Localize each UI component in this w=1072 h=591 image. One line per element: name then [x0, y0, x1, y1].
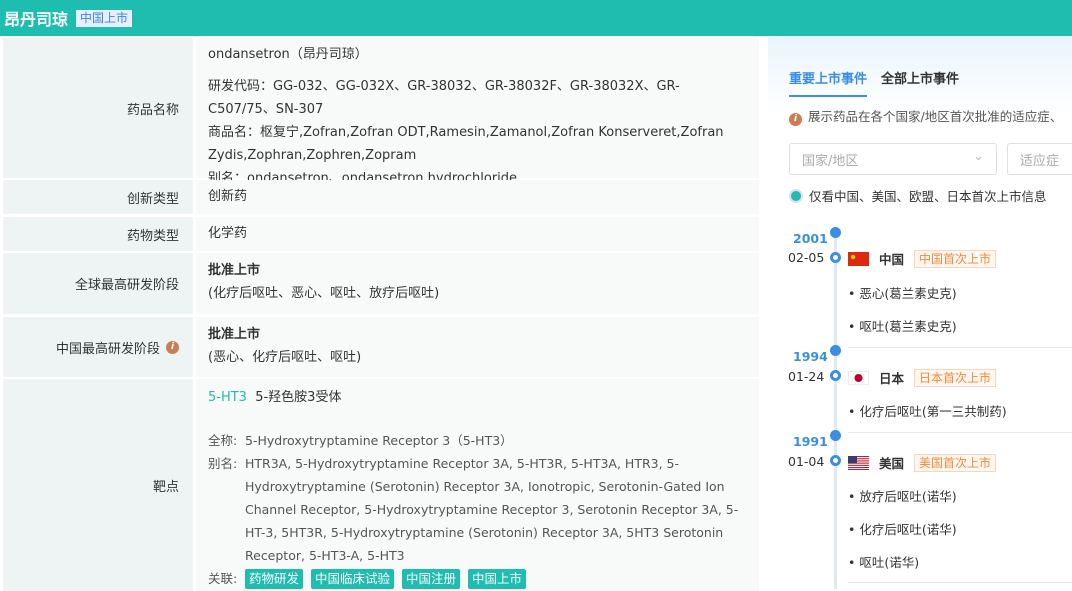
- date-dot: [830, 455, 841, 466]
- indication-select[interactable]: 适应症: [1007, 143, 1072, 175]
- research-codes: 研发代码：GG-032、GG-032X、GR-38032、GR-38032F、G…: [208, 79, 680, 117]
- related-key: 关联:: [208, 571, 238, 586]
- chip-china-registration[interactable]: 中国注册: [402, 569, 461, 589]
- year-dot: [830, 345, 841, 356]
- row-label: 药物类型: [3, 217, 193, 251]
- chip-drug-rd[interactable]: 药物研发: [245, 569, 304, 589]
- divider: [848, 432, 1072, 433]
- row-label: 全球最高研发阶段: [3, 253, 193, 314]
- drug-info-table: 药品名称 ondansetron（昂丹司琼） 研发代码：GG-032、GG-03…: [0, 36, 762, 591]
- panel-note: 展示药品在各个国家/地区首次批准的适应症、: [808, 109, 1063, 124]
- row-label: 创新类型: [3, 180, 193, 214]
- stage: 批准上市: [208, 263, 261, 278]
- event-country: 中国: [879, 252, 905, 267]
- indication-item: • 呕吐(诺华): [848, 555, 920, 570]
- divider: [848, 582, 1072, 583]
- row-label: 中国最高研发阶段: [55, 341, 160, 357]
- event-year: 2001: [793, 231, 828, 246]
- radio-icon: [789, 188, 803, 203]
- radio-label: 仅看中国、美国、欧盟、日本首次上市信息: [809, 189, 1047, 204]
- tab-all-events[interactable]: 全部上市事件: [881, 68, 959, 97]
- row-drug-type: 药物类型 化学药: [3, 217, 759, 251]
- target-aliases: HTR3A, 5-Hydroxytryptamine Receptor 3A, …: [245, 456, 739, 563]
- stage-detail: (化疗后呕吐、恶心、呕吐、放疗后呕吐): [208, 286, 440, 301]
- chevron-down-icon: ⌄: [973, 149, 984, 164]
- china-flag-icon: [848, 251, 869, 266]
- chip-china-market[interactable]: 中国上市: [468, 569, 527, 589]
- row-label: 药品名称: [3, 38, 193, 178]
- indication-item: • 放疗后呕吐(诺华): [848, 489, 957, 504]
- japan-flag-icon: [848, 370, 869, 385]
- stage-detail: (恶心、化疗后呕吐、呕吐): [208, 350, 362, 365]
- year-dot: [830, 430, 841, 441]
- date-dot: [830, 252, 841, 263]
- event-tag: 美国首次上市: [914, 453, 997, 472]
- drug-title: 昂丹司琼: [4, 10, 69, 29]
- row-drug-name: 药品名称 ondansetron（昂丹司琼） 研发代码：GG-032、GG-03…: [3, 38, 759, 186]
- tab-key-events[interactable]: 重要上市事件: [789, 68, 868, 97]
- target-desc: 5-羟色胺3受体: [255, 390, 342, 405]
- event-year: 1994: [793, 349, 828, 364]
- row-global-stage: 全球最高研发阶段 批准上市 (化疗后呕吐、恶心、呕吐、放疗后呕吐): [3, 253, 759, 314]
- indication-item: • 化疗后呕吐(诺华): [848, 522, 957, 537]
- drug-type-value: 化学药: [196, 217, 759, 251]
- divider: [848, 347, 1072, 348]
- row-innovation: 创新类型 创新药: [3, 180, 759, 214]
- full-name: 5-Hydroxytryptamine Receptor 3（5-HT3）: [245, 433, 513, 448]
- major-markets-radio[interactable]: 仅看中国、美国、欧盟、日本首次上市信息: [789, 186, 1047, 205]
- stage: 批准上市: [208, 327, 261, 342]
- event-date: 02-05: [788, 250, 825, 265]
- info-icon: i: [789, 113, 802, 126]
- event-date: 01-04: [788, 454, 825, 469]
- event-country: 美国: [879, 456, 905, 471]
- country-select[interactable]: 国家/地区 ⌄: [789, 143, 997, 175]
- trade-names: 商品名：枢复宁,Zofran,Zofran ODT,Ramesin,Zamano…: [208, 125, 724, 163]
- chip-china-trial[interactable]: 中国临床试验: [311, 569, 395, 589]
- date-dot: [830, 370, 841, 381]
- status-badge: 中国上市: [76, 9, 133, 27]
- market-events-panel: 重要上市事件 全部上市事件 i 展示药品在各个国家/地区首次批准的适应症、 国家/地…: [768, 36, 1072, 589]
- event-year: 1991: [793, 434, 828, 449]
- indication-placeholder: 适应症: [1020, 154, 1060, 169]
- country-placeholder: 国家/地区: [802, 154, 859, 169]
- row-label: 靶点: [3, 379, 193, 591]
- indication-item: • 恶心(葛兰素史克): [848, 286, 957, 301]
- header: 昂丹司琼 中国上市: [0, 0, 1072, 36]
- innovation-value: 创新药: [196, 180, 759, 214]
- english-name: ondansetron（昂丹司琼）: [208, 47, 368, 62]
- full-name-key: 全称:: [208, 433, 238, 448]
- indication-item: • 化疗后呕吐(第一三共制药): [848, 404, 1007, 419]
- row-china-stage: 中国最高研发阶段 i 批准上市 (恶心、化疗后呕吐、呕吐): [3, 317, 759, 377]
- event-country: 日本: [879, 371, 905, 386]
- indication-item: • 呕吐(葛兰素史克): [848, 319, 957, 334]
- timeline-line: [834, 228, 837, 589]
- year-dot: [830, 227, 841, 238]
- usa-flag-icon: [848, 455, 869, 470]
- event-tag: 中国首次上市: [914, 249, 997, 268]
- info-icon[interactable]: i: [166, 340, 179, 354]
- event-date: 01-24: [788, 369, 825, 384]
- alias-key: 别名:: [208, 456, 238, 471]
- row-target: 靶点 5-HT3 5-羟色胺3受体 全称: 5-Hydroxytryptamine…: [3, 379, 759, 591]
- target-link[interactable]: 5-HT3: [208, 390, 247, 405]
- event-tag: 日本首次上市: [914, 368, 997, 387]
